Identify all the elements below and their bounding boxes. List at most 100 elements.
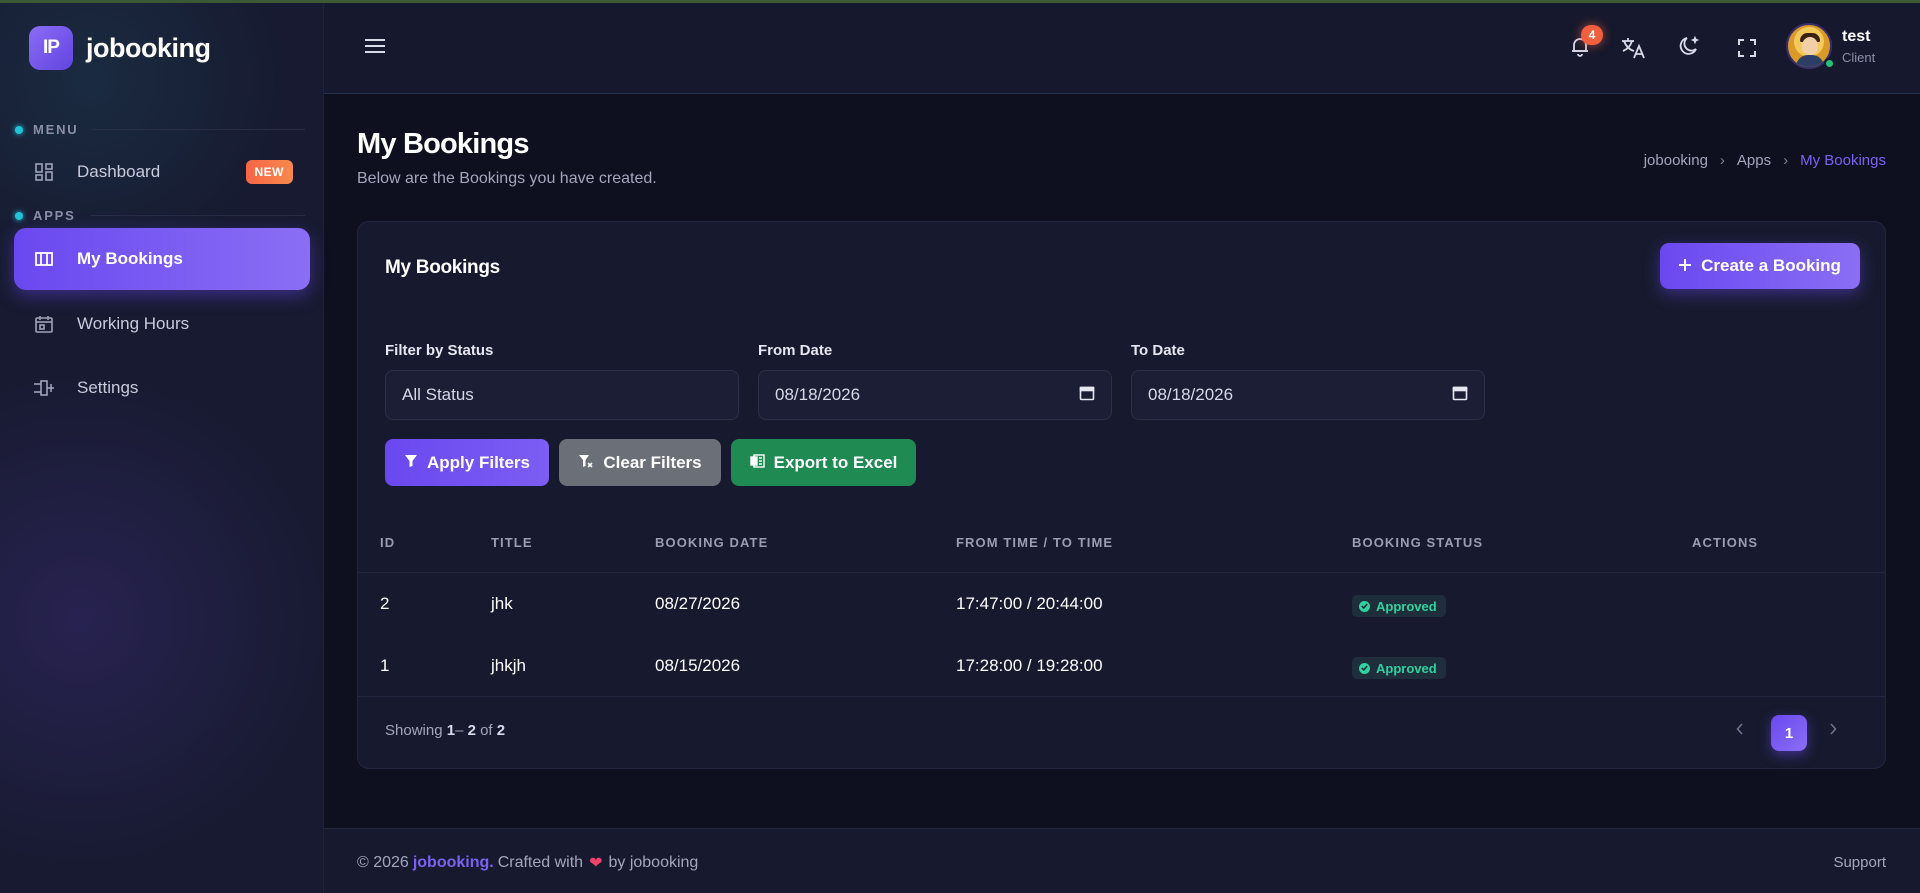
menu-section-label: MENU	[15, 122, 305, 137]
user-name[interactable]: test	[1842, 28, 1870, 46]
table-divider	[358, 696, 1885, 697]
next-page-button[interactable]	[1821, 719, 1845, 743]
status-filter-select[interactable]: All Status	[385, 370, 739, 420]
apps-section-label: APPS	[15, 208, 305, 223]
table-divider	[358, 572, 1885, 573]
dark-mode-toggle[interactable]	[1675, 33, 1705, 63]
clear-filters-button[interactable]: Clear Filters	[559, 439, 721, 486]
from-date-label: From Date	[758, 342, 833, 359]
top-header: 4 test Client	[324, 3, 1920, 94]
status-filter-label: Filter by Status	[385, 342, 494, 359]
status-text: Approved	[1376, 598, 1437, 614]
column-header-actions: ACTIONS	[1692, 535, 1759, 550]
status-badge: Approved	[1352, 595, 1446, 617]
by-text: by jobooking	[608, 854, 699, 871]
footer-copyright: © 2026 jobooking. Crafted with ❤ by jobo…	[357, 853, 698, 873]
create-booking-button[interactable]: Create a Booking	[1660, 243, 1860, 289]
to-date-value: 08/18/2026	[1148, 385, 1234, 404]
excel-icon	[749, 453, 765, 473]
avatar-body	[1796, 55, 1824, 67]
copyright-text: © 2026	[357, 854, 409, 871]
status-filter-value: All Status	[402, 385, 474, 404]
to-date-input[interactable]: 08/18/2026	[1131, 370, 1485, 420]
column-header-time[interactable]: FROM TIME / TO TIME	[956, 535, 1113, 550]
dashboard-icon	[33, 161, 55, 183]
check-circle-icon	[1359, 662, 1370, 674]
showing-to: 2	[467, 722, 476, 739]
page-subtitle: Below are the Bookings you have created.	[357, 170, 657, 187]
breadcrumb-apps[interactable]: Apps	[1737, 152, 1771, 169]
status-text: Approved	[1376, 660, 1437, 676]
breadcrumb-current: My Bookings	[1800, 152, 1886, 169]
apps-label-text: APPS	[33, 208, 76, 223]
sidebar-item-my-bookings[interactable]: My Bookings	[14, 228, 310, 290]
section-dot	[15, 125, 23, 134]
brand-logo: IP	[29, 26, 73, 70]
user-role: Client	[1842, 50, 1876, 65]
cell-time: 17:28:00 / 19:28:00	[956, 656, 1103, 675]
moon-icon	[1679, 35, 1701, 62]
sidebar-item-dashboard[interactable]: Dashboard NEW	[14, 141, 310, 203]
breadcrumb-home[interactable]: jobooking	[1644, 152, 1708, 169]
apply-filters-button[interactable]: Apply Filters	[385, 439, 549, 486]
check-circle-icon	[1359, 600, 1370, 612]
brand[interactable]: IP jobooking	[29, 26, 211, 70]
column-header-id[interactable]: ID	[380, 535, 395, 550]
cell-id: 2	[380, 594, 390, 613]
heart-icon: ❤	[589, 855, 603, 872]
sidebar-item-working-hours[interactable]: Working Hours	[14, 293, 310, 355]
breadcrumb-separator: ›	[1783, 152, 1789, 169]
showing-prefix: Showing	[385, 722, 443, 739]
chevron-left-icon	[1736, 722, 1744, 740]
column-header-title[interactable]: TITLE	[491, 535, 533, 550]
brand-name: jobooking	[86, 32, 211, 63]
cell-booking-date: 08/15/2026	[655, 656, 741, 675]
chevron-right-icon	[1829, 722, 1837, 740]
to-date-label: To Date	[1131, 342, 1185, 359]
breadcrumb-separator: ›	[1719, 152, 1725, 169]
top-accent-line	[0, 0, 1920, 3]
calendar-icon[interactable]	[1452, 385, 1468, 406]
sidebar-item-label: Dashboard	[77, 162, 161, 181]
cell-booking-date: 08/27/2026	[655, 594, 741, 613]
support-link[interactable]: Support	[1833, 854, 1886, 871]
settings-icon	[33, 377, 55, 399]
footer-brand-link[interactable]: jobooking.	[413, 854, 494, 872]
column-header-booking-date[interactable]: BOOKING DATE	[655, 535, 768, 550]
avatar-face	[1802, 37, 1818, 55]
menu-icon[interactable]	[364, 37, 386, 60]
sidebar-item-label: My Bookings	[77, 249, 183, 268]
columns-icon	[33, 248, 55, 270]
filter-clear-icon	[578, 453, 594, 473]
showing-from: 1	[446, 722, 456, 739]
page-1-button[interactable]: 1	[1771, 715, 1807, 751]
sidebar-item-settings[interactable]: Settings	[14, 357, 310, 419]
cell-title: jhkjh	[491, 656, 526, 675]
column-header-status[interactable]: BOOKING STATUS	[1352, 535, 1483, 550]
translate-icon[interactable]	[1618, 33, 1648, 63]
cell-time: 17:47:00 / 20:44:00	[956, 594, 1103, 613]
calendar-icon[interactable]	[1079, 385, 1095, 406]
notification-count-badge: 4	[1581, 25, 1603, 45]
fullscreen-icon[interactable]	[1732, 33, 1762, 63]
sidebar-item-label: Settings	[77, 378, 139, 397]
menu-label-text: MENU	[33, 122, 79, 137]
showing-total: 2	[496, 722, 506, 739]
section-dot	[15, 211, 23, 220]
sidebar-item-label: Working Hours	[77, 314, 190, 333]
export-excel-label: Export to Excel	[773, 452, 898, 472]
previous-page-button[interactable]	[1728, 719, 1752, 743]
section-divider	[89, 215, 305, 216]
plus-icon	[1679, 256, 1692, 276]
notification-button[interactable]: 4	[1565, 25, 1603, 63]
crafted-text: Crafted with	[497, 854, 584, 871]
export-excel-button[interactable]: Export to Excel	[731, 439, 916, 486]
apply-filters-label: Apply Filters	[427, 452, 530, 472]
footer: © 2026 jobooking. Crafted with ❤ by jobo…	[324, 828, 1920, 893]
from-date-input[interactable]: 08/18/2026	[758, 370, 1112, 420]
pagination-summary: Showing 1– 2 of 2	[385, 722, 506, 739]
cell-title: jhk	[491, 594, 513, 613]
showing-of: of	[480, 722, 493, 739]
online-status-dot	[1824, 58, 1835, 69]
status-badge: Approved	[1352, 657, 1446, 679]
